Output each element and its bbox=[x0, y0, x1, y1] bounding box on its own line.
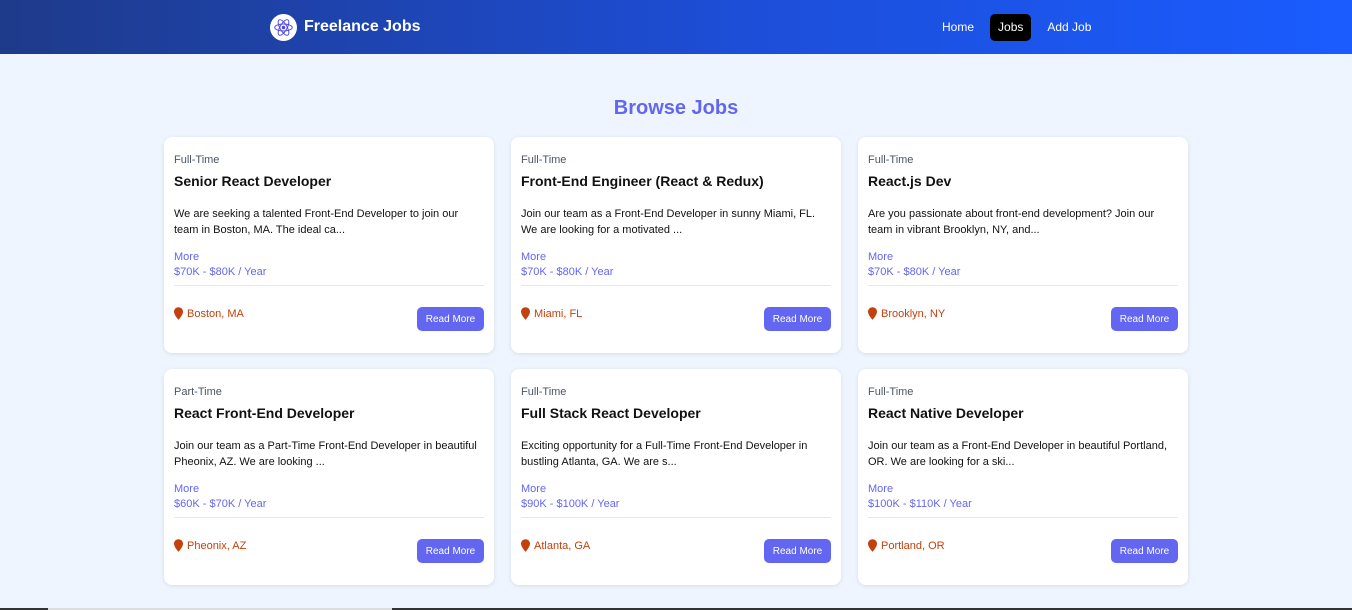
map-pin-icon bbox=[174, 539, 183, 552]
card-divider bbox=[174, 517, 484, 518]
navbar: Freelance Jobs Home Jobs Add Job bbox=[0, 0, 1352, 54]
location-text: Boston, MA bbox=[187, 307, 244, 320]
card-divider bbox=[521, 285, 831, 286]
map-pin-icon bbox=[174, 307, 183, 320]
job-type: Full-Time bbox=[174, 154, 220, 166]
job-location: Pheonix, AZ bbox=[174, 539, 246, 552]
more-link[interactable]: More bbox=[174, 483, 484, 495]
more-link[interactable]: More bbox=[521, 251, 831, 263]
card-divider bbox=[174, 285, 484, 286]
job-salary: $70K - $80K / Year bbox=[521, 266, 614, 278]
job-description: Are you passionate about front-end devel… bbox=[868, 208, 1155, 236]
map-pin-icon bbox=[868, 307, 877, 320]
job-location: Brooklyn, NY bbox=[868, 307, 945, 320]
brand-name: Freelance Jobs bbox=[304, 18, 421, 35]
nav-link-add-job[interactable]: Add Job bbox=[1039, 14, 1099, 41]
job-title: React Front-End Developer bbox=[174, 405, 355, 421]
read-more-button[interactable]: Read More bbox=[1111, 307, 1178, 331]
job-salary: $70K - $80K / Year bbox=[868, 266, 961, 278]
map-pin-icon bbox=[868, 539, 877, 552]
job-type: Part-Time bbox=[174, 386, 222, 398]
job-description: Join our team as a Front-End Developer i… bbox=[868, 440, 1167, 468]
location-text: Atlanta, GA bbox=[534, 539, 591, 552]
location-text: Portland, OR bbox=[881, 539, 945, 552]
job-type: Full-Time bbox=[868, 386, 914, 398]
job-title: React Native Developer bbox=[868, 405, 1024, 421]
job-salary: $60K - $70K / Year bbox=[174, 498, 267, 510]
read-more-button[interactable]: Read More bbox=[764, 539, 831, 563]
job-card: Full-Time React.js Dev Are you passionat… bbox=[858, 137, 1188, 353]
read-more-button[interactable]: Read More bbox=[1111, 539, 1178, 563]
more-link[interactable]: More bbox=[868, 251, 1178, 263]
location-text: Brooklyn, NY bbox=[881, 307, 946, 320]
read-more-button[interactable]: Read More bbox=[417, 307, 484, 331]
card-divider bbox=[868, 285, 1178, 286]
job-type: Full-Time bbox=[521, 154, 567, 166]
location-text: Pheonix, AZ bbox=[187, 539, 247, 552]
page-title: Browse Jobs bbox=[613, 97, 739, 119]
job-description: Exciting opportunity for a Full-Time Fro… bbox=[521, 440, 808, 468]
job-location: Boston, MA bbox=[174, 307, 244, 320]
job-description: Join our team as a Front-End Developer i… bbox=[521, 208, 816, 236]
job-description: Join our team as a Part-Time Front-End D… bbox=[174, 440, 477, 468]
job-salary: $100K - $110K / Year bbox=[868, 498, 972, 510]
job-card: Full-Time React Native Developer Join ou… bbox=[858, 369, 1188, 585]
more-link[interactable]: More bbox=[868, 483, 1178, 495]
job-card: Part-Time React Front-End Developer Join… bbox=[164, 369, 494, 585]
job-title: React.js Dev bbox=[868, 173, 952, 189]
react-logo-icon bbox=[270, 13, 297, 41]
more-link[interactable]: More bbox=[521, 483, 831, 495]
job-location: Portland, OR bbox=[868, 539, 945, 552]
read-more-button[interactable]: Read More bbox=[417, 539, 484, 563]
map-pin-icon bbox=[521, 539, 530, 552]
job-card: Full-Time Full Stack React Developer Exc… bbox=[511, 369, 841, 585]
nav-links: Home Jobs Add Job bbox=[934, 14, 1099, 41]
job-title: Senior React Developer bbox=[174, 173, 332, 189]
job-type: Full-Time bbox=[868, 154, 914, 166]
map-pin-icon bbox=[521, 307, 530, 320]
card-divider bbox=[868, 517, 1178, 518]
nav-link-jobs[interactable]: Jobs bbox=[990, 14, 1032, 41]
job-description: We are seeking a talented Front-End Deve… bbox=[174, 208, 459, 236]
read-more-button[interactable]: Read More bbox=[764, 307, 831, 331]
card-divider bbox=[521, 517, 831, 518]
job-type: Full-Time bbox=[521, 386, 567, 398]
job-location: Miami, FL bbox=[521, 307, 582, 320]
job-salary: $90K - $100K / Year bbox=[521, 498, 620, 510]
job-card: Full-Time Senior React Developer We are … bbox=[164, 137, 494, 353]
nav-link-home[interactable]: Home bbox=[934, 14, 982, 41]
location-text: Miami, FL bbox=[534, 307, 583, 320]
job-title: Full Stack React Developer bbox=[521, 405, 701, 421]
job-card: Full-Time Front-End Engineer (React & Re… bbox=[511, 137, 841, 353]
job-location: Atlanta, GA bbox=[521, 539, 590, 552]
brand-link[interactable]: Freelance Jobs bbox=[270, 0, 421, 54]
job-salary: $70K - $80K / Year bbox=[174, 266, 267, 278]
more-link[interactable]: More bbox=[174, 251, 484, 263]
job-grid: Full-Time Senior React Developer We are … bbox=[164, 137, 1188, 585]
job-title: Front-End Engineer (React & Redux) bbox=[521, 173, 764, 189]
